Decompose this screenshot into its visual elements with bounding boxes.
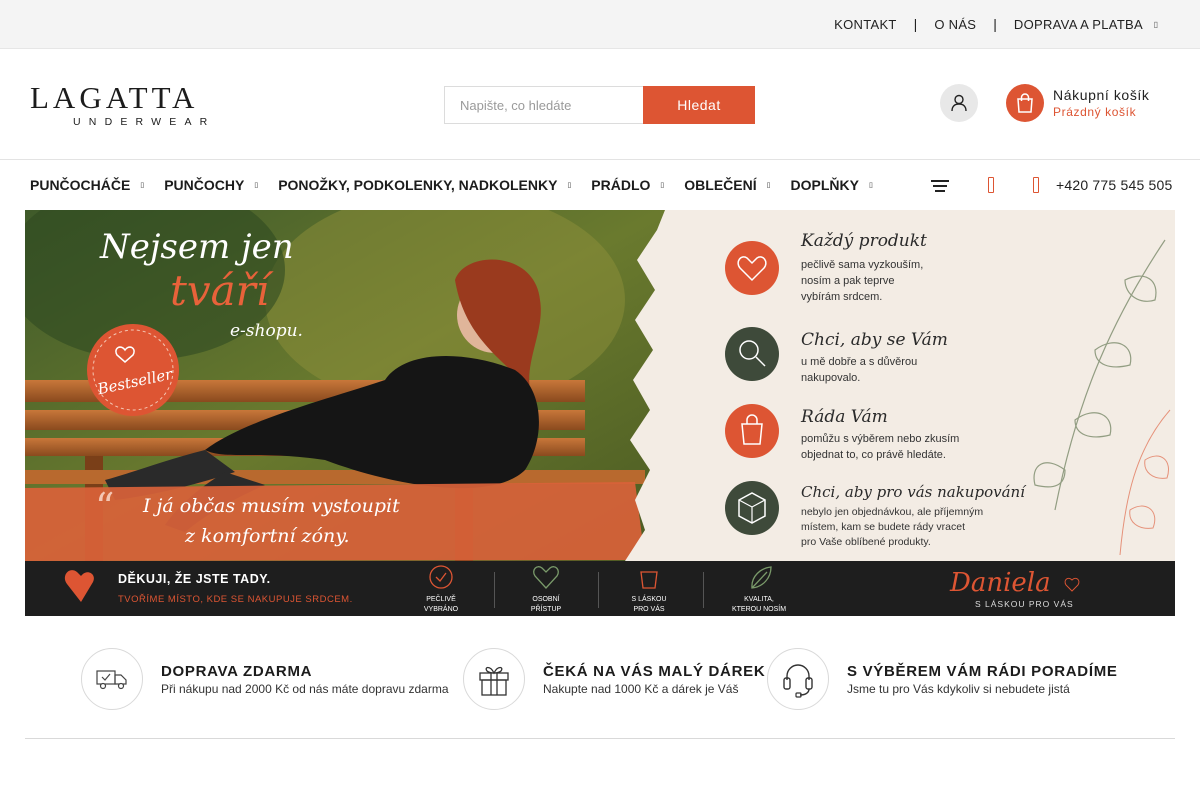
benefit-gift: ČEKÁ NA VÁS MALÝ DÁREK Nakupte nad 1000 … xyxy=(463,648,765,710)
logo[interactable]: LAGATTA UNDERWEAR xyxy=(30,80,262,128)
benefit-desc: Jsme tu pro Vás kdykoliv si nebudete jis… xyxy=(847,681,1070,696)
search-button[interactable]: Hledat xyxy=(643,86,755,124)
benefits-bar: DOPRAVA ZDARMA Při nákupu nad 2000 Kč od… xyxy=(0,648,1200,710)
footer-icon-4-line-2: KTEROU NOSÍM xyxy=(732,604,786,613)
logo-wordmark: LAGATTA xyxy=(30,80,199,115)
point-3-line-2: objednat to, co právě hledáte. xyxy=(801,449,946,461)
nav-label: OBLEČENÍ xyxy=(684,177,757,193)
footer-icon-2-line-2: PŘÍSTUP xyxy=(531,604,562,613)
nav-item-pradlo[interactable]: PRÁDLO ▯ xyxy=(591,177,664,193)
quote-mark-icon: “ xyxy=(95,485,114,529)
section-divider xyxy=(25,738,1175,739)
point-4-line-2: místem, kam se budete rády vracet xyxy=(801,521,965,533)
point-2-title: Chci, aby se Vám xyxy=(801,330,948,350)
account-button[interactable] xyxy=(940,84,978,122)
chevron-down-icon: ▯ xyxy=(660,182,665,189)
footer-icon-1-line-1: PEČLIVĚ xyxy=(426,594,456,603)
signature-sub: S LÁSKOU PRO VÁS xyxy=(975,599,1074,609)
benefit-advice: S VÝBĚREM VÁM RÁDI PORADÍME Jsme tu pro … xyxy=(767,648,1118,710)
logo-tagline: UNDERWEAR xyxy=(73,116,216,128)
more-toggle-icon[interactable]: ▯ xyxy=(1154,20,1158,29)
point-3-line-1: pomůžu s výběrem nebo zkusím xyxy=(801,433,959,445)
search-form: Hledat xyxy=(444,86,755,124)
phone-number[interactable]: +420 775 545 505 xyxy=(1056,177,1172,193)
point-2-line-1: u mě dobře a s důvěrou xyxy=(801,356,917,368)
site-header: LAGATTA UNDERWEAR Hledat Nákupní košík P… xyxy=(0,49,1200,160)
chevron-down-icon: ▯ xyxy=(766,182,771,189)
point-2-line-2: nakupovalo. xyxy=(801,372,860,384)
chevron-down-icon: ▯ xyxy=(254,182,259,189)
banner-footer-sub: TVOŘÍME MÍSTO, KDE SE NAKUPUJE SRDCEM. xyxy=(118,594,353,605)
point-1-title: Každý produkt xyxy=(800,231,927,251)
point-4-line-1: nebylo jen objednávkou, ale příjemným xyxy=(801,506,983,518)
cart-button[interactable]: Nákupní košík Prázdný košík xyxy=(1006,84,1150,122)
link-doprava-a-platba[interactable]: DOPRAVA A PLATBA xyxy=(997,17,1160,32)
point-1-line-3: vybírám srdcem. xyxy=(801,291,882,303)
point-1-line-2: nosím a pak teprve xyxy=(801,275,895,287)
point-1-line-1: pečlivě sama vyzkouším, xyxy=(801,259,923,271)
nav-label: PUNČOCHY xyxy=(164,177,245,193)
benefit-title: DOPRAVA ZDARMA xyxy=(161,662,313,680)
phone-icon xyxy=(1033,177,1039,193)
benefit-desc: Nakupte nad 1000 Kč a dárek je Váš xyxy=(543,681,739,696)
footer-icon-3-line-1: S LÁSKOU xyxy=(631,594,666,603)
banner-footer-title: DĚKUJI, ŽE JSTE TADY. xyxy=(118,571,271,586)
nav-label: PRÁDLO xyxy=(591,177,651,193)
nav-item-ponozky[interactable]: PONOŽKY, PODKOLENKY, NADKOLENKY ▯ xyxy=(278,177,571,193)
chevron-down-icon: ▯ xyxy=(140,182,145,189)
nav-item-puncochace[interactable]: PUNČOCHÁČE ▯ xyxy=(30,177,144,193)
truck-icon xyxy=(81,648,143,710)
banner-quote-2: z komfortní zóny. xyxy=(184,525,350,547)
user-icon xyxy=(951,94,967,112)
banner-headline-2: tváří xyxy=(170,266,274,315)
benefit-shipping: DOPRAVA ZDARMA Při nákupu nad 2000 Kč od… xyxy=(81,648,449,710)
footer-icon-1-line-2: VYBRÁNO xyxy=(424,604,459,613)
search-input[interactable] xyxy=(444,86,643,124)
cart-icon-wrap xyxy=(1006,84,1044,122)
benefit-desc: Při nákupu nad 2000 Kč od nás máte dopra… xyxy=(161,681,449,696)
nav-label: PONOŽKY, PODKOLENKY, NADKOLENKY xyxy=(278,177,558,193)
signature: Daniela xyxy=(949,568,1051,598)
headset-icon xyxy=(767,648,829,710)
footer-icon-4-line-1: KVALITA, xyxy=(744,596,774,603)
cart-status: Prázdný košík xyxy=(1053,105,1137,119)
point-3-title: Ráda Vám xyxy=(800,407,888,427)
hero-banner-graphic: Nejsem jen tváří e-shopu. Bestseller “ I… xyxy=(25,210,1175,616)
banner-headline-1: Nejsem jen xyxy=(99,227,294,267)
top-links: KONTAKT | O NÁS | DOPRAVA A PLATBA xyxy=(817,0,1160,48)
benefit-title: S VÝBĚREM VÁM RÁDI PORADÍME xyxy=(847,662,1118,680)
footer-icon-2-line-1: OSOBNÍ xyxy=(532,594,559,603)
chevron-down-icon: ▯ xyxy=(567,182,572,189)
benefit-title: ČEKÁ NA VÁS MALÝ DÁREK xyxy=(543,662,766,680)
nav-item-obleceni[interactable]: OBLEČENÍ ▯ xyxy=(684,177,770,193)
email-icon[interactable] xyxy=(988,177,994,193)
nav-item-puncochy[interactable]: PUNČOCHY ▯ xyxy=(164,177,258,193)
point-4-line-3: pro Vaše oblíbené produkty. xyxy=(801,536,931,548)
hero-banner[interactable]: Nejsem jen tváří e-shopu. Bestseller “ I… xyxy=(25,210,1175,616)
shopping-bag-icon xyxy=(1017,93,1033,113)
cart-title: Nákupní košík xyxy=(1053,87,1150,103)
main-navigation: PUNČOCHÁČE ▯ PUNČOCHY ▯ PONOŽKY, PODKOLENK… xyxy=(0,161,1200,209)
link-kontakt[interactable]: KONTAKT xyxy=(817,17,914,32)
top-utility-bar: KONTAKT | O NÁS | DOPRAVA A PLATBA ▯ xyxy=(0,0,1200,49)
nav-label: DOPLŇKY xyxy=(790,177,859,193)
banner-headline-3: e-shopu. xyxy=(230,321,303,341)
banner-quote-1: I já občas musím vystoupit xyxy=(142,495,400,517)
gift-icon xyxy=(463,648,525,710)
footer-icon-3-line-2: PRO VÁS xyxy=(633,604,664,613)
link-o-nas[interactable]: O NÁS xyxy=(917,17,993,32)
nav-item-doplnky[interactable]: DOPLŇKY ▯ xyxy=(790,177,872,193)
chevron-down-icon: ▯ xyxy=(868,182,873,189)
hamburger-menu-icon[interactable] xyxy=(931,180,949,192)
point-4-title: Chci, aby pro vás nakupování xyxy=(801,483,1027,501)
nav-label: PUNČOCHÁČE xyxy=(30,177,131,193)
